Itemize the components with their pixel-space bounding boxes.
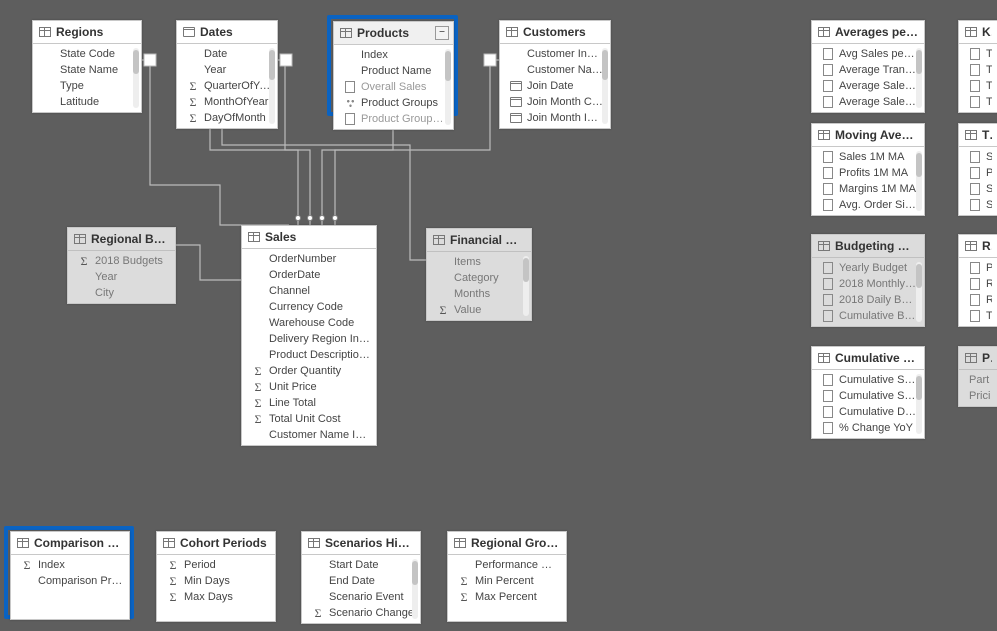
field: State Code bbox=[33, 46, 141, 62]
table-title: Regions bbox=[56, 25, 135, 39]
table-averages-per-day[interactable]: Averages per Day Avg Sales per Day Avera… bbox=[811, 20, 925, 113]
table-icon bbox=[965, 240, 977, 252]
table-icon bbox=[506, 26, 518, 38]
table-cohort-periods[interactable]: Cohort Periods ΣPeriod ΣMin Days ΣMax Da… bbox=[156, 531, 276, 622]
calc-icon bbox=[822, 48, 834, 60]
table-time-comparison[interactable]: Time C Sale Prof Sale Sale bbox=[958, 123, 997, 216]
table-sales[interactable]: Sales OrderNumber OrderDate Channel Curr… bbox=[241, 225, 377, 446]
table-title: Dates bbox=[200, 25, 271, 39]
scrollbar[interactable] bbox=[523, 256, 529, 316]
table-icon bbox=[818, 26, 830, 38]
table-cumulative-patterns[interactable]: Cumulative Patterns Cumulative Sales Cum… bbox=[811, 346, 925, 439]
table-budgeting-measures[interactable]: Budgeting Measures Yearly Budget 2018 Mo… bbox=[811, 234, 925, 327]
calendar-icon bbox=[510, 96, 522, 108]
sigma-icon: Σ bbox=[187, 96, 199, 108]
table-icon bbox=[818, 240, 830, 252]
sigma-icon: Σ bbox=[187, 112, 199, 124]
table-regional-budgets[interactable]: Regional Budgets Σ2018 Budgets Year City bbox=[67, 227, 176, 304]
table-icon bbox=[965, 26, 977, 38]
field: State Name bbox=[33, 62, 141, 78]
table-moving-averages[interactable]: Moving Averages Sales 1M MA Profits 1M M… bbox=[811, 123, 925, 216]
table-key-measures[interactable]: Key M Tota Tota Tota Tota bbox=[958, 20, 997, 113]
calc-icon bbox=[344, 81, 356, 93]
table-icon bbox=[248, 231, 260, 243]
table-icon bbox=[163, 537, 175, 549]
calc-icon bbox=[822, 96, 834, 108]
table-regions[interactable]: Regions State Code State Name Type Latit… bbox=[32, 20, 142, 113]
table-title: Products bbox=[357, 26, 447, 40]
scrollbar[interactable] bbox=[916, 48, 922, 108]
table-icon bbox=[308, 537, 320, 549]
scrollbar[interactable] bbox=[133, 48, 139, 108]
collapse-button[interactable]: – bbox=[435, 26, 449, 40]
table-ranking[interactable]: Rankin Prod Regi Regi Top bbox=[958, 234, 997, 327]
scrollbar[interactable] bbox=[916, 262, 922, 322]
scrollbar[interactable] bbox=[412, 559, 418, 619]
sigma-icon: Σ bbox=[187, 80, 199, 92]
table-icon bbox=[818, 352, 830, 364]
table-icon bbox=[74, 233, 86, 245]
calc-icon bbox=[822, 80, 834, 92]
calendar-icon bbox=[510, 80, 522, 92]
scrollbar[interactable] bbox=[445, 49, 451, 125]
table-icon bbox=[965, 129, 977, 141]
groups-icon bbox=[344, 97, 356, 109]
table-icon bbox=[818, 129, 830, 141]
table-customers[interactable]: Customers Customer Index Customer Names … bbox=[499, 20, 611, 129]
calendar-icon bbox=[183, 26, 195, 38]
scrollbar[interactable] bbox=[602, 48, 608, 124]
table-regional-groups[interactable]: Regional Groups Performance Group ΣMin P… bbox=[447, 531, 567, 622]
scrollbar[interactable] bbox=[269, 48, 275, 124]
table-dates[interactable]: Dates Date Year ΣQuarterOfYear ΣMonthOfY… bbox=[176, 20, 278, 129]
calc-icon bbox=[822, 64, 834, 76]
table-financial-details[interactable]: Financial Details Items Category Months … bbox=[426, 228, 532, 321]
svg-text:1: 1 bbox=[147, 55, 153, 66]
table-icon bbox=[965, 352, 977, 364]
table-icon bbox=[433, 234, 445, 246]
calendar-icon bbox=[510, 112, 522, 124]
table-icon bbox=[340, 27, 352, 39]
table-scenarios-history[interactable]: Scenarios History Start Date End Date Sc… bbox=[301, 531, 421, 624]
field: Type bbox=[33, 78, 141, 94]
table-comparison-products[interactable]: Comparison Products ΣIndex Comparison Pr… bbox=[10, 531, 130, 620]
table-icon bbox=[17, 537, 29, 549]
table-title: Customers bbox=[523, 25, 604, 39]
table-pricing[interactable]: Pricin Part Prici bbox=[958, 346, 997, 407]
table-icon bbox=[454, 537, 466, 549]
field: Latitude bbox=[33, 94, 141, 110]
table-products[interactable]: Products – Index Product Name Overall Sa… bbox=[333, 21, 454, 130]
model-canvas[interactable]: { "tables": { "regions": { "title": "Reg… bbox=[0, 0, 997, 631]
scrollbar[interactable] bbox=[916, 374, 922, 434]
calc-icon bbox=[344, 113, 356, 125]
scrollbar[interactable] bbox=[916, 151, 922, 211]
table-icon bbox=[39, 26, 51, 38]
